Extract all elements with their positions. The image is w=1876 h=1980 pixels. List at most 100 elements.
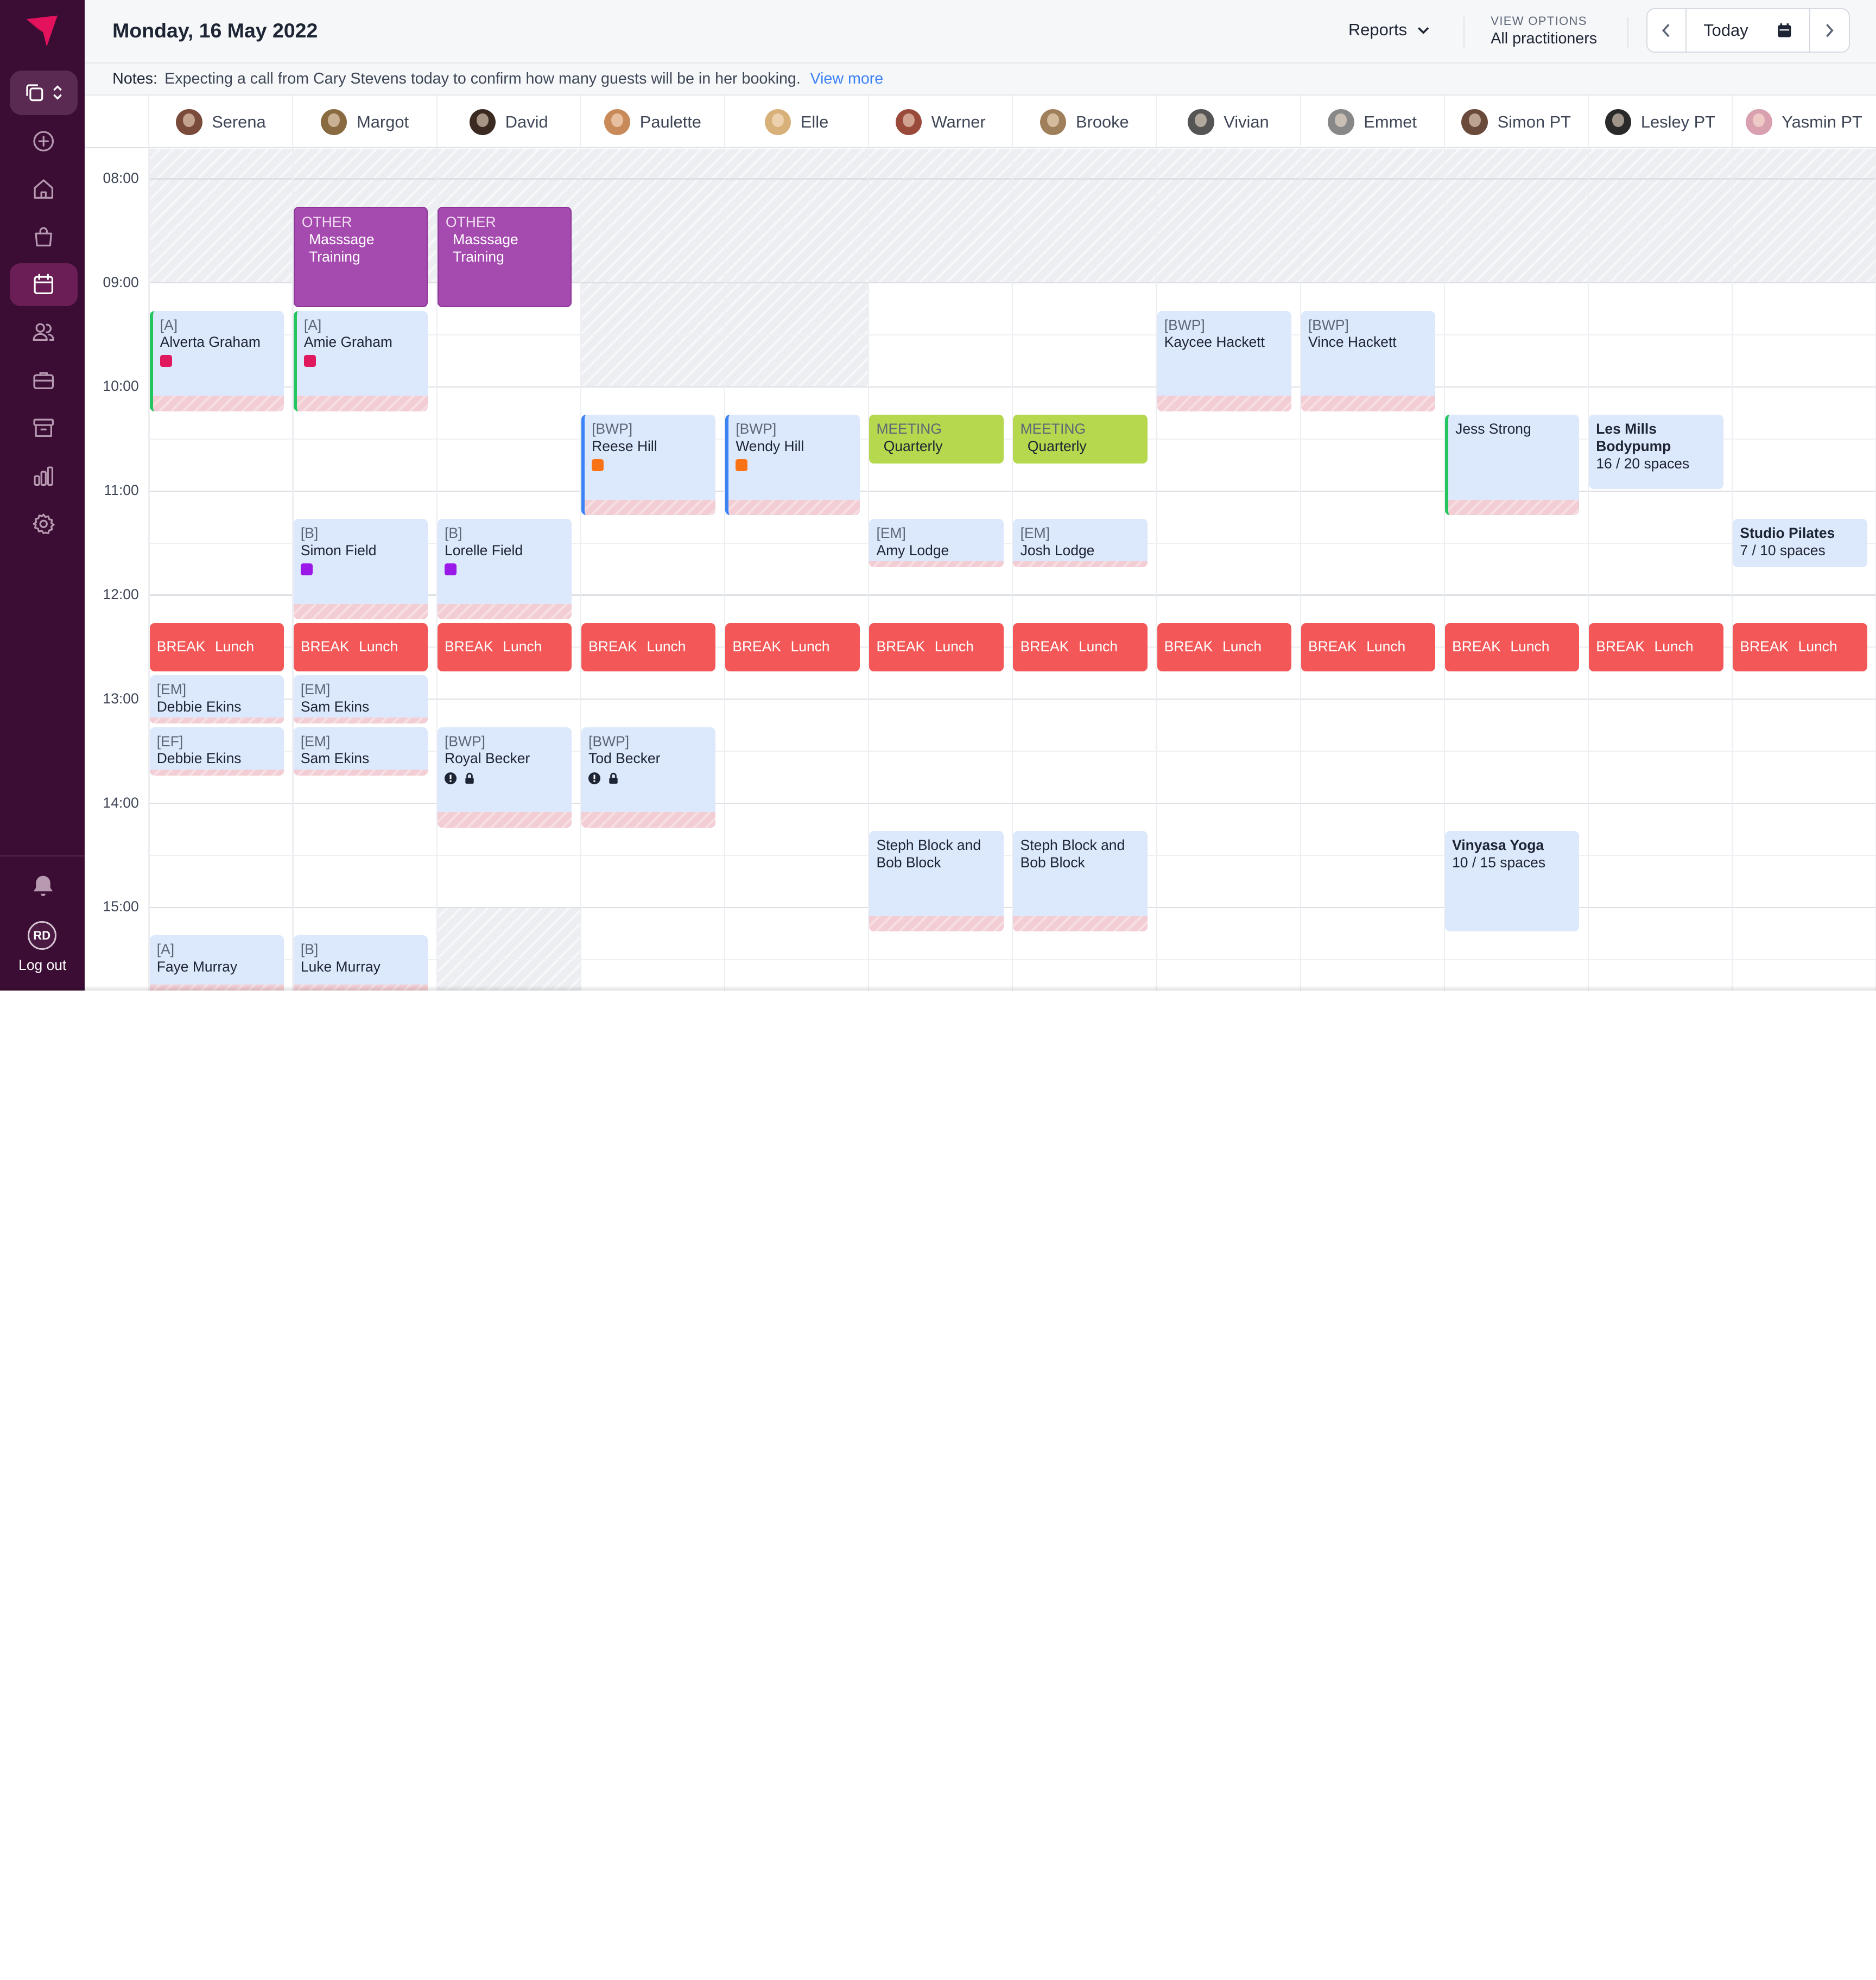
- event-name: Lunch: [1798, 638, 1837, 655]
- class-block[interactable]: Les Mills Bodypump 16 / 20 spaces: [1589, 415, 1723, 490]
- business-switcher[interactable]: [9, 71, 78, 115]
- reports-dropdown[interactable]: Reports: [1348, 20, 1430, 40]
- event-name: Lunch: [1222, 638, 1262, 655]
- logout-link[interactable]: Log out: [0, 957, 85, 974]
- appointment-card[interactable]: [BWP] Royal Becker: [437, 727, 572, 828]
- bell-icon[interactable]: [29, 872, 58, 901]
- appointment-card[interactable]: [EM] Debbie Ekins: [149, 675, 284, 724]
- nav-clients[interactable]: [10, 311, 78, 354]
- appointment-card[interactable]: [EM] Amy Lodge: [869, 519, 1004, 568]
- other-block[interactable]: OTHER Masssage Training: [293, 206, 428, 307]
- break-block[interactable]: BREAK Lunch: [725, 623, 860, 672]
- notes-label: Notes:: [112, 70, 157, 88]
- break-block[interactable]: BREAK Lunch: [1013, 623, 1148, 672]
- appointment-card[interactable]: [B] Lorelle Field: [437, 519, 572, 620]
- appointment-card[interactable]: [EM] Josh Lodge: [1013, 519, 1148, 568]
- nav-home[interactable]: [10, 168, 78, 211]
- practitioner-yasmin-pt[interactable]: Yasmin PT: [1731, 96, 1875, 149]
- break-block[interactable]: BREAK Lunch: [437, 623, 572, 672]
- toolbar-divider: [1627, 16, 1628, 48]
- break-block[interactable]: BREAK Lunch: [581, 623, 716, 672]
- processing-time: [149, 717, 284, 724]
- column-divider: [1156, 148, 1157, 991]
- event-tag: [EM]: [300, 681, 331, 697]
- appointment-card[interactable]: [B] Simon Field: [293, 519, 428, 620]
- appointment-card[interactable]: [B] Luke Murray: [293, 935, 428, 991]
- nav-archive[interactable]: [10, 407, 78, 449]
- break-block[interactable]: BREAK Lunch: [1444, 623, 1580, 672]
- class-block[interactable]: Studio Pilates 7 / 10 spaces: [1733, 519, 1867, 568]
- break-block[interactable]: BREAK Lunch: [869, 623, 1004, 672]
- class-block[interactable]: Vinyasa Yoga 10 / 15 spaces: [1444, 831, 1580, 932]
- event-tag: BREAK: [156, 638, 206, 655]
- practitioner-brooke[interactable]: Brooke: [1012, 96, 1156, 149]
- appointment-card[interactable]: Steph Block and Bob Block: [869, 831, 1004, 932]
- break-block[interactable]: BREAK Lunch: [1157, 623, 1292, 672]
- appointment-card[interactable]: [EF] Debbie Ekins: [149, 727, 284, 776]
- today-button[interactable]: Today: [1685, 9, 1810, 52]
- practitioner-paulette[interactable]: Paulette: [580, 96, 724, 149]
- practitioner-name: Paulette: [639, 112, 701, 131]
- event-name: Reese Hill: [592, 438, 657, 455]
- appointment-card[interactable]: [BWP] Kaycee Hackett: [1157, 310, 1292, 411]
- practitioner-david[interactable]: David: [436, 96, 580, 149]
- appointment-card[interactable]: [BWP] Reese Hill: [581, 415, 716, 516]
- next-day-button[interactable]: [1810, 9, 1849, 52]
- unavailable-block: [436, 906, 580, 991]
- practitioner-simon-pt[interactable]: Simon PT: [1443, 96, 1588, 149]
- nav-settings[interactable]: [10, 503, 78, 545]
- nav-services[interactable]: [10, 359, 78, 402]
- other-block[interactable]: OTHER Masssage Training: [437, 206, 572, 307]
- event-tag: MEETING: [876, 421, 942, 437]
- view-options-select[interactable]: All practitioners: [1491, 30, 1597, 48]
- appointment-card[interactable]: [A] Faye Murray: [149, 935, 284, 991]
- appointment-card[interactable]: [EM] Sam Ekins: [293, 675, 428, 724]
- break-block[interactable]: BREAK Lunch: [1733, 623, 1867, 672]
- view-more-link[interactable]: View more: [810, 70, 883, 88]
- appointment-card[interactable]: [EM] Sam Ekins: [293, 727, 428, 776]
- nav-reports[interactable]: [10, 455, 78, 498]
- appointment-card[interactable]: [BWP] Vince Hackett: [1301, 310, 1436, 411]
- nav-shop[interactable]: [10, 215, 78, 258]
- appointment-card[interactable]: Steph Block and Bob Block: [1013, 831, 1148, 932]
- appointment-card[interactable]: [BWP] Wendy Hill: [725, 415, 860, 516]
- practitioner-avatar: [1188, 109, 1214, 136]
- practitioner-vivian[interactable]: Vivian: [1156, 96, 1300, 149]
- event-tag: MEETING: [1020, 421, 1086, 437]
- view-options-label: VIEW OPTIONS: [1491, 14, 1587, 28]
- practitioner-serena[interactable]: Serena: [148, 96, 292, 149]
- break-block[interactable]: BREAK Lunch: [1301, 623, 1436, 672]
- practitioner-emmet[interactable]: Emmet: [1300, 96, 1444, 149]
- practitioner-avatar: [895, 109, 922, 136]
- calendar-icon[interactable]: [1777, 23, 1792, 39]
- chevron-right-icon: [1826, 23, 1834, 37]
- practitioner-avatar: [176, 109, 202, 136]
- appointment-card[interactable]: [A] Amie Graham: [293, 310, 428, 411]
- appointment-card[interactable]: [BWP] Tod Becker: [581, 727, 716, 828]
- event-name: Vinyasa Yoga: [1452, 837, 1544, 854]
- processing-time: [1013, 916, 1148, 932]
- user-avatar[interactable]: RD: [27, 921, 56, 950]
- appointment-card[interactable]: Jess Strong: [1444, 415, 1580, 516]
- event-name: Masssage Training: [309, 231, 375, 265]
- break-block[interactable]: BREAK Lunch: [149, 623, 284, 672]
- appointment-card[interactable]: [A] Alverta Graham: [149, 310, 284, 411]
- practitioner-warner[interactable]: Warner: [868, 96, 1012, 149]
- practitioner-margot[interactable]: Margot: [292, 96, 436, 149]
- copy-icon: [26, 84, 43, 101]
- meeting-block[interactable]: MEETING Quarterly: [1013, 415, 1148, 464]
- practitioner-lesley-pt[interactable]: Lesley PT: [1587, 96, 1732, 149]
- nav-calendar[interactable]: [9, 263, 78, 307]
- status-marker: [592, 459, 604, 471]
- time-label: 13:00: [103, 690, 139, 707]
- practitioner-name: David: [505, 112, 548, 131]
- event-name: Debbie Ekins: [156, 750, 242, 767]
- class-capacity: 7 / 10 spaces: [1740, 542, 1826, 559]
- break-block[interactable]: BREAK Lunch: [293, 623, 428, 672]
- processing-time: [437, 812, 572, 828]
- prev-day-button[interactable]: [1647, 9, 1686, 52]
- meeting-block[interactable]: MEETING Quarterly: [869, 415, 1004, 464]
- nav-add[interactable]: [10, 119, 78, 162]
- break-block[interactable]: BREAK Lunch: [1589, 623, 1723, 672]
- practitioner-elle[interactable]: Elle: [724, 96, 868, 149]
